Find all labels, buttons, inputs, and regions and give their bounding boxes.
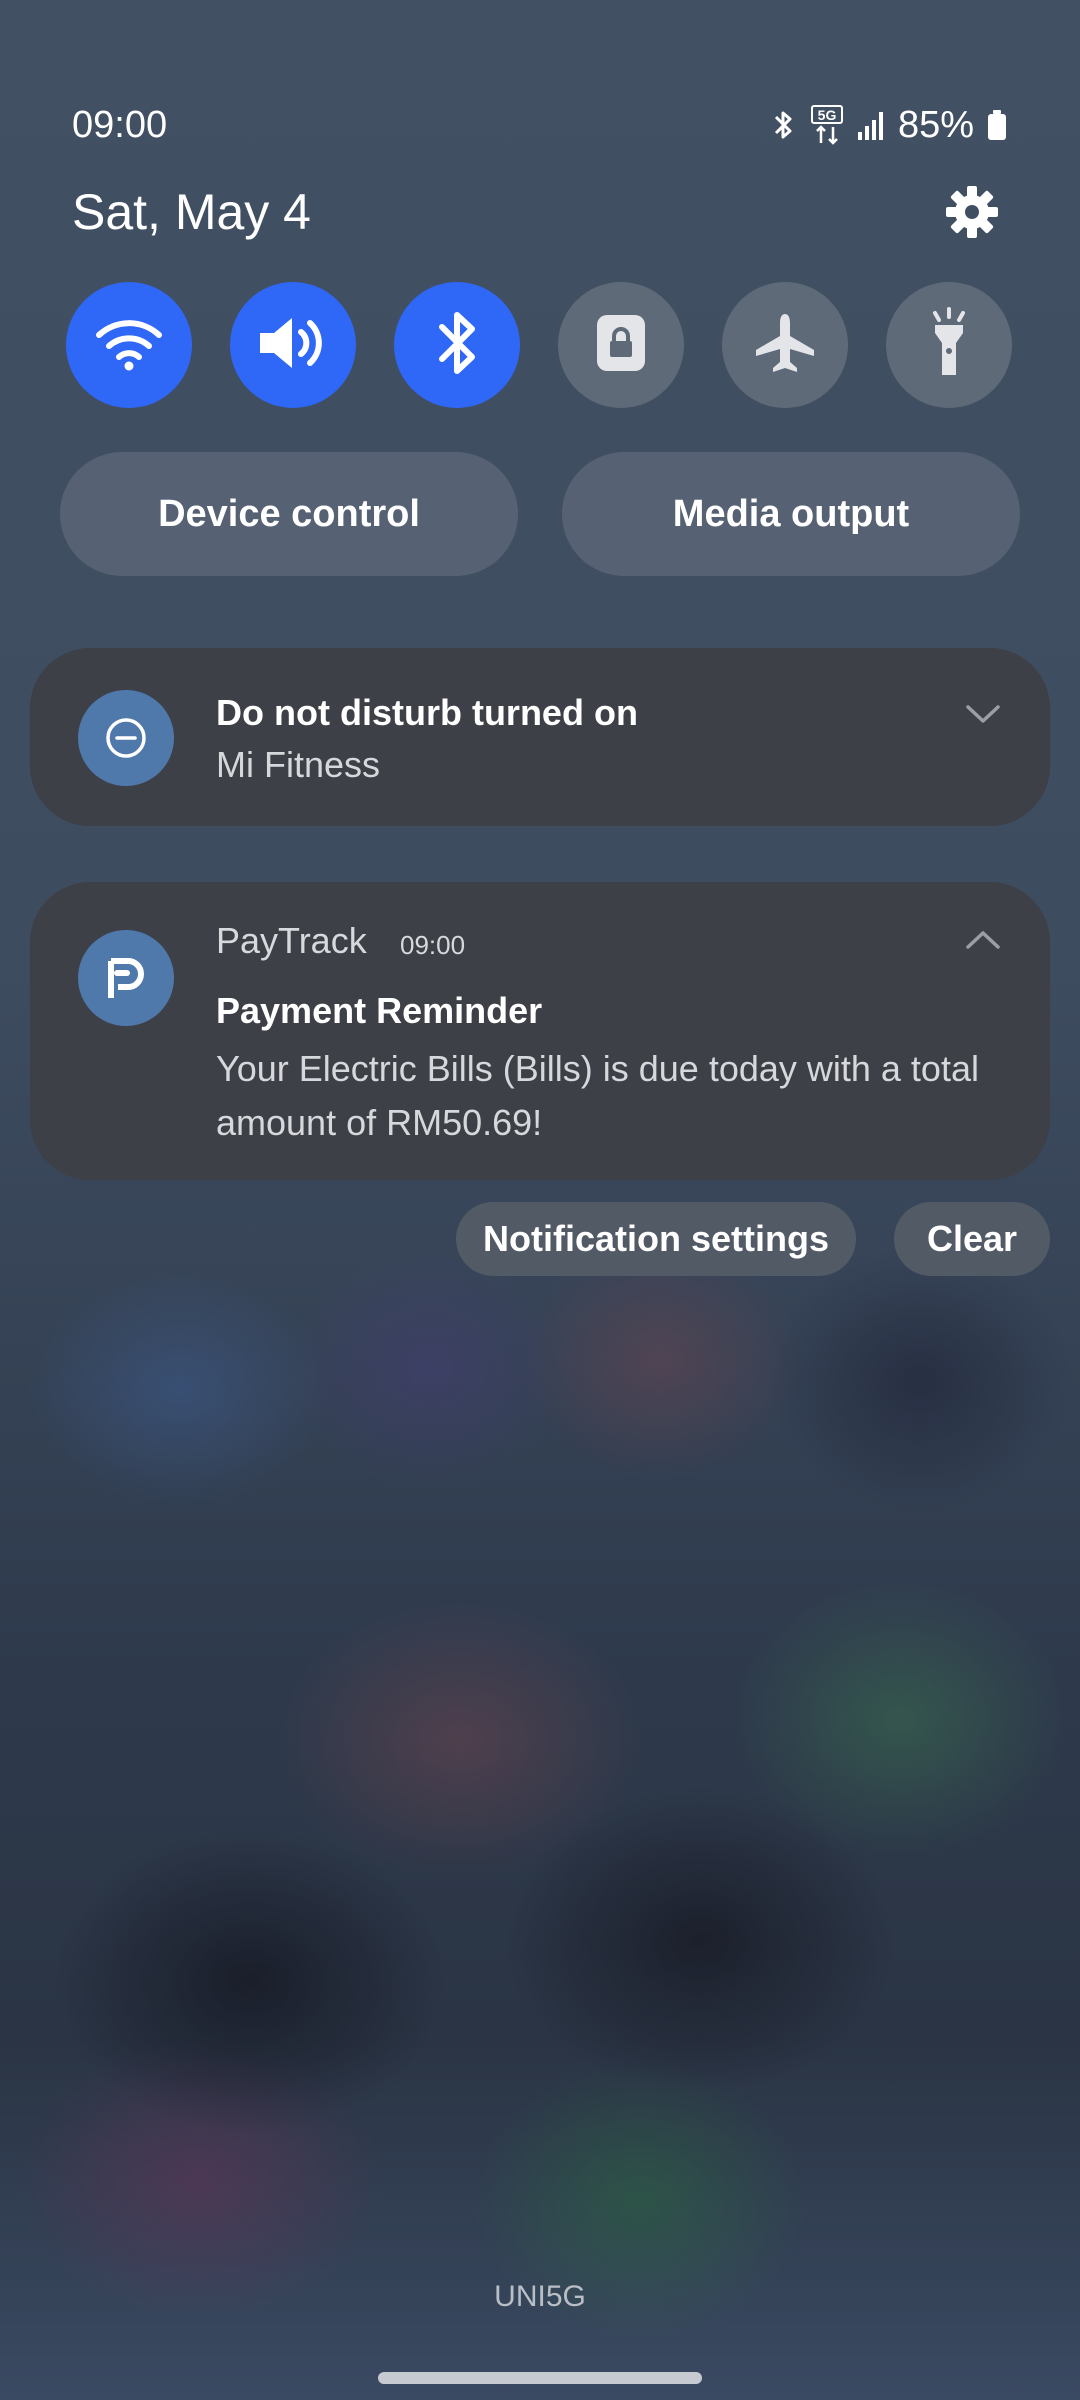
bluetooth-icon xyxy=(768,108,798,142)
5g-data-icon: 5G xyxy=(810,105,844,145)
media-output-button[interactable]: Media output xyxy=(562,452,1020,576)
notification-settings-button[interactable]: Notification settings xyxy=(456,1202,856,1276)
carrier-label: UNI5G xyxy=(494,2280,586,2313)
date-label: Sat, May 4 xyxy=(72,184,311,240)
chevron-down-icon[interactable] xyxy=(964,702,1002,726)
svg-text:5G: 5G xyxy=(818,107,837,123)
status-time: 09:00 xyxy=(72,104,168,146)
signal-icon xyxy=(856,108,886,142)
secure-folder-toggle[interactable] xyxy=(558,282,684,408)
flashlight-toggle[interactable] xyxy=(886,282,1012,408)
home-indicator[interactable] xyxy=(378,2372,702,2384)
secure-folder-icon xyxy=(594,312,648,379)
sound-toggle[interactable] xyxy=(230,282,356,408)
status-bar: 09:00 5G 85% xyxy=(72,100,1008,150)
chevron-up-icon[interactable] xyxy=(964,928,1002,952)
flashlight-icon xyxy=(921,306,977,384)
gear-icon[interactable] xyxy=(944,184,1000,240)
wifi-icon xyxy=(95,315,163,376)
quick-toggles xyxy=(66,282,1012,408)
notification-body: Your Electric Bills (Bills) is due today… xyxy=(216,1048,979,1143)
airplane-toggle[interactable] xyxy=(722,282,848,408)
notification-app-name: PayTrack xyxy=(216,920,367,961)
dnd-title: Do not disturb turned on xyxy=(216,692,638,733)
battery-percent: 85% xyxy=(897,104,974,146)
status-icons: 5G 85% xyxy=(768,100,1008,150)
wifi-toggle[interactable] xyxy=(66,282,192,408)
clear-button[interactable]: Clear xyxy=(894,1202,1050,1276)
notification-time: 09:00 xyxy=(400,930,466,960)
notification-title: Payment Reminder xyxy=(216,990,543,1031)
sound-icon xyxy=(256,313,330,378)
dnd-notification-card[interactable]: Do not disturb turned on Mi Fitness xyxy=(30,648,1050,826)
battery-icon xyxy=(986,108,1008,142)
paytrack-notification-card[interactable]: PayTrack 09:00 Payment Reminder Your Ele… xyxy=(30,882,1050,1180)
bluetooth-icon xyxy=(432,309,482,382)
dnd-subtitle: Mi Fitness xyxy=(216,744,381,785)
do-not-disturb-icon xyxy=(78,690,174,786)
airplane-icon xyxy=(752,310,818,381)
device-control-button[interactable]: Device control xyxy=(60,452,518,576)
bluetooth-toggle[interactable] xyxy=(394,282,520,408)
paytrack-logo-icon xyxy=(78,930,174,1026)
